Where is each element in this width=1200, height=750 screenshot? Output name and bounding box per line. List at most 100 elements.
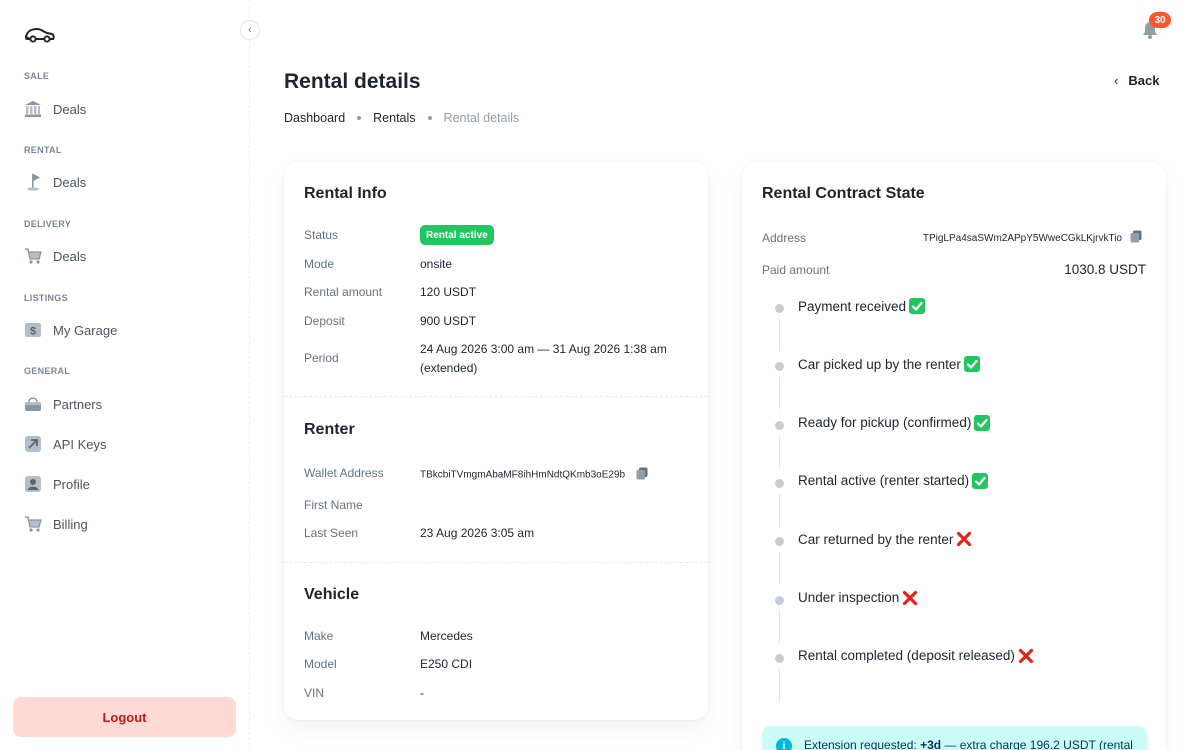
timeline-step: Under inspection (770, 590, 1130, 648)
timeline-dot (775, 653, 784, 663)
paid-amount-label: Paid amount (762, 263, 830, 277)
extension-info-text: Extension requested: +3d — extra charge … (804, 738, 1133, 750)
nav-section-sale: SALE (24, 71, 50, 81)
sidebar-item-profile[interactable]: Profile (24, 472, 90, 496)
timeline-connector (779, 610, 780, 643)
timeline-step-text: Rental completed (deposit released) (798, 648, 1034, 664)
sidebar-item-partners[interactable]: Partners (24, 392, 102, 416)
timeline-step-text: Car returned by the renter (798, 531, 972, 547)
copy-icon[interactable] (1130, 230, 1142, 246)
breadcrumb-rentals[interactable]: Rentals (373, 111, 415, 125)
timeline-connector (779, 435, 780, 468)
rental-amount-value: 120 USDT (420, 285, 477, 299)
renter-title: Renter (304, 421, 355, 438)
logout-button[interactable]: Logout (13, 697, 236, 737)
mode-label: Mode (304, 257, 335, 271)
nav-section-rental: RENTAL (24, 145, 62, 155)
timeline-step-label: Rental completed (deposit released) (798, 648, 1015, 664)
sidebar-item-label: Billing (53, 516, 88, 532)
last-seen-value: 23 Aug 2026 3:05 am (420, 526, 535, 540)
sidebar-item-delivery-deals[interactable]: Deals (24, 244, 86, 268)
paid-amount-value: 1030.8 USDT (1064, 262, 1146, 277)
timeline-step-text: Ready for pickup (confirmed) (798, 414, 991, 431)
timeline-step-text: Payment received (798, 298, 926, 314)
timeline-dot (775, 362, 784, 372)
make-value: Mercedes (420, 629, 473, 643)
last-seen-label: Last Seen (304, 526, 359, 540)
bank-icon (24, 100, 42, 118)
sidebar-item-sale-deals[interactable]: Deals (24, 97, 86, 121)
check-mark-icon (909, 298, 926, 314)
user-icon (24, 475, 42, 493)
model-value: E250 CDI (420, 657, 473, 671)
cart-icon (24, 247, 42, 265)
timeline-dot (775, 420, 784, 430)
info-prefix: Extension requested: (804, 738, 921, 750)
notification-badge: 30 (1149, 12, 1171, 28)
sidebar-item-label: API Keys (53, 436, 107, 452)
wallet-address-label: Wallet Address (304, 466, 384, 480)
car-logo-icon[interactable] (24, 24, 56, 44)
period-label: Period (304, 351, 339, 365)
chevron-left-icon: ‹ (248, 24, 252, 36)
vin-label: VIN (304, 686, 325, 700)
sidebar-item-rental-deals[interactable]: Deals (24, 170, 86, 194)
timeline-step: Car returned by the renter (770, 531, 1130, 589)
sidebar-item-label: Profile (53, 476, 90, 492)
breadcrumb-separator (427, 116, 432, 120)
breadcrumb-dashboard[interactable]: Dashboard (284, 111, 345, 125)
nav-section-general: GENERAL (24, 366, 71, 376)
back-button[interactable]: ‹ Back (1114, 73, 1159, 88)
nav-section-listings: LISTINGS (24, 293, 68, 303)
contract-address-value: TPigLPa4saSWm2APpY5WweCGkLKjrvkTio (923, 230, 1142, 246)
check-mark-icon (963, 356, 980, 373)
timeline-step-label: Under inspection (798, 590, 900, 605)
cross-mark-icon (956, 531, 972, 547)
collapse-sidebar-button[interactable]: ‹ (240, 20, 260, 40)
timeline-step-label: Car picked up by the renter (798, 356, 961, 372)
page-title: Rental details (284, 70, 421, 93)
section-divider (284, 562, 708, 563)
sidebar-item-label: Deals (53, 174, 87, 190)
timeline-step-label: Payment received (798, 298, 907, 314)
bag-icon (24, 395, 42, 413)
first-name-label: First Name (304, 498, 363, 512)
info-icon: i (776, 738, 792, 750)
timeline-step: Ready for pickup (confirmed) (770, 414, 1130, 473)
cart-icon (24, 515, 42, 533)
flag-icon (24, 173, 42, 191)
timeline-connector (779, 552, 780, 585)
vehicle-title: Vehicle (304, 586, 360, 603)
sidebar-item-label: Deals (53, 101, 87, 117)
timeline-step-label: Rental active (renter started) (798, 473, 970, 489)
sidebar-item-label: Deals (53, 248, 87, 264)
wallet-address-text: TBkcbiTVmgmAbaMF8ihHmNdtQKmb3oE29b (420, 469, 626, 481)
cross-mark-icon (902, 590, 918, 606)
make-label: Make (304, 629, 334, 643)
status-badge: Rental active (420, 225, 494, 245)
timeline-step-label: Ready for pickup (confirmed) (798, 415, 972, 431)
timeline-step: Rental completed (deposit released) (770, 648, 1130, 706)
sidebar-item-my-garage[interactable]: $ My Garage (24, 318, 117, 342)
copy-icon[interactable] (636, 467, 648, 483)
dollar-icon: $ (24, 321, 42, 339)
wallet-address-value: TBkcbiTVmgmAbaMF8ihHmNdtQKmb3oE29b (420, 467, 648, 483)
breadcrumb: Dashboard Rentals Rental details (284, 111, 519, 125)
mode-value: onsite (420, 257, 453, 271)
check-mark-icon (974, 414, 991, 431)
sidebar: SALE Deals RENTAL Deals DELIVERY Deals L… (0, 0, 250, 750)
rental-amount-label: Rental amount (304, 285, 383, 299)
cross-mark-icon (1018, 648, 1034, 664)
contract-state-card: Rental Contract State Address TPigLPa4sa… (742, 162, 1166, 750)
period-value-line2: (extended) (420, 361, 478, 375)
info-bold: +3d (920, 738, 942, 750)
timeline-step-text: Car picked up by the renter (798, 356, 980, 373)
period-value-line1: 24 Aug 2026 3:00 am — 31 Aug 2026 1:38 a… (420, 342, 667, 356)
timeline-connector (779, 493, 780, 526)
sidebar-item-billing[interactable]: Billing (24, 512, 88, 536)
sidebar-item-label: Partners (53, 396, 103, 412)
timeline-step: Payment received (770, 298, 1130, 356)
rental-info-title: Rental Info (304, 185, 387, 202)
nav-section-delivery: DELIVERY (24, 219, 72, 229)
sidebar-item-api-keys[interactable]: API Keys (24, 432, 106, 456)
